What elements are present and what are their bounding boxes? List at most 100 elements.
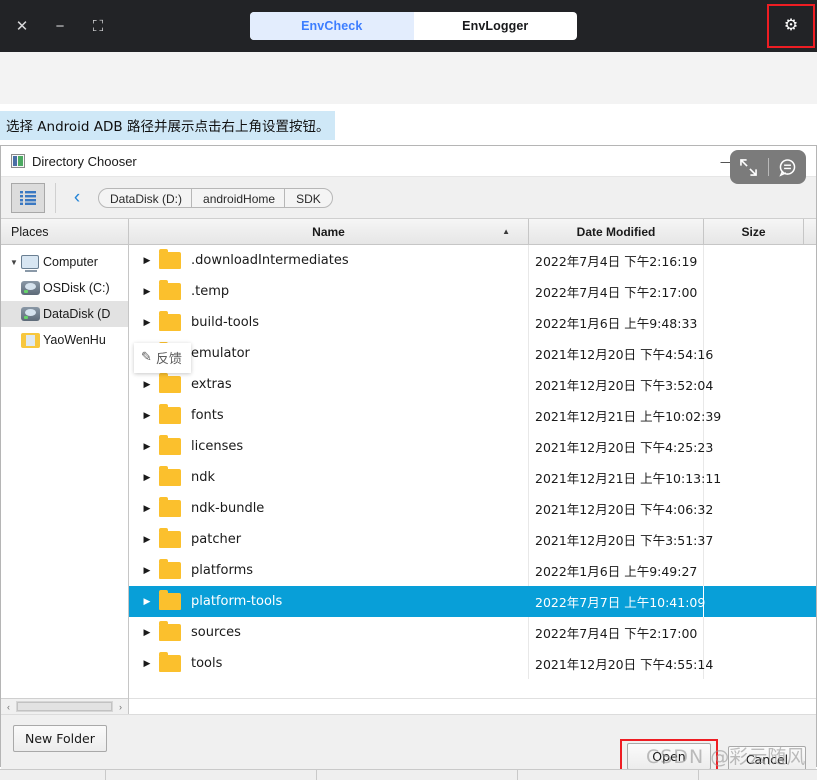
twisty-collapsed-icon[interactable]: ▶ [129,472,159,483]
table-row[interactable]: ▶ tools 2021年12月20日 下午4:55:14 [129,648,816,679]
column-header-size[interactable]: Size [704,219,804,244]
overlay-divider [767,158,769,176]
scroll-right-icon[interactable]: › [113,702,128,712]
table-row[interactable]: ▶ ndk 2021年12月21日 上午10:13:11 [129,462,816,493]
app-titlebar: ✕ − ⛶ EnvCheck EnvLogger ⚙ [0,0,817,52]
cell-name: platforms [159,555,529,586]
cell-date-modified: 2021年12月21日 上午10:02:39 [529,400,721,431]
breadcrumb-item-sdk[interactable]: SDK [284,187,333,208]
directory-chooser-dialog: Directory Chooser — □ ✕ [0,145,817,779]
table-row[interactable]: ▶ sources 2022年7月4日 下午2:17:00 [129,617,816,648]
cell-name: .temp [159,276,529,307]
scroll-left-icon[interactable]: ‹ [1,702,16,712]
folder-icon [159,404,181,424]
breadcrumb-item-androidhome[interactable]: androidHome [191,187,286,208]
feedback-tooltip[interactable]: ✎ 反馈 [134,343,191,373]
twisty-collapsed-icon[interactable]: ▶ [129,286,159,297]
place-item-label: OSDisk (C:) [43,281,110,295]
dialog-title: Directory Chooser [32,153,137,169]
breadcrumb: DataDisk (D:) androidHome SDK [98,187,333,208]
chevron-left-icon[interactable]: ‹ [66,184,88,212]
app-window-controls: ✕ − ⛶ [12,0,108,52]
twisty-collapsed-icon[interactable]: ▶ [129,503,159,514]
cell-date-modified: 2022年7月4日 下午2:16:19 [529,245,704,276]
places-scroll-thumb[interactable] [17,702,112,711]
twisty-collapsed-icon[interactable]: ▶ [129,317,159,328]
twisty-collapsed-icon[interactable]: ▶ [129,565,159,576]
place-item-datadisk[interactable]: DataDisk (D [1,301,128,327]
tab-envcheck[interactable]: EnvCheck [250,12,414,40]
app-content-area [0,52,817,105]
table-row[interactable]: ▶ fonts 2021年12月21日 上午10:02:39 [129,400,816,431]
table-row[interactable]: ▶ ndk-bundle 2021年12月20日 下午4:06:32 [129,493,816,524]
file-name-label: platform-tools [191,594,283,609]
cell-size [704,400,803,431]
column-header-name[interactable]: Name ▲ [129,219,529,244]
folder-icon [159,280,181,300]
drive-icon [21,307,43,321]
folder-icon [159,435,181,455]
place-item-computer[interactable]: ▼ Computer [1,249,128,275]
twisty-collapsed-icon[interactable]: ▶ [129,410,159,421]
cell-name: build-tools [159,307,529,338]
cell-date-modified: 2022年1月6日 上午9:49:27 [529,555,704,586]
folder-icon [159,652,181,672]
sort-ascending-icon: ▲ [502,227,510,236]
expand-arrows-icon[interactable] [732,152,766,182]
table-row[interactable]: ▶ platform-tools 2022年7月7日 上午10:41:09 [129,586,816,617]
places-scroll-track[interactable] [16,701,113,712]
settings-button[interactable]: ⚙ [767,4,815,48]
minimize-icon[interactable]: − [50,16,70,36]
monitor-icon [21,255,43,272]
file-name-label: ndk [191,470,216,485]
twisty-expanded-icon[interactable]: ▼ [7,258,21,267]
file-name-label: extras [191,377,232,392]
file-name-label: tools [191,656,223,671]
table-row[interactable]: ▶ platforms 2022年1月6日 上午9:49:27 [129,555,816,586]
twisty-collapsed-icon[interactable]: ▶ [129,658,159,669]
table-row[interactable]: ▶ build-tools 2022年1月6日 上午9:48:33 [129,307,816,338]
folder-icon [159,559,181,579]
breadcrumb-item-datadisk[interactable]: DataDisk (D:) [98,187,193,208]
twisty-collapsed-icon[interactable]: ▶ [129,627,159,638]
file-name-label: emulator [191,346,250,361]
file-name-label: ndk-bundle [191,501,265,516]
list-view-icon [20,190,36,205]
tab-envlogger[interactable]: EnvLogger [414,12,578,40]
feedback-bubble-icon[interactable] [771,152,805,182]
twisty-collapsed-icon[interactable]: ▶ [129,379,159,390]
file-list[interactable]: ▶ .downloadIntermediates 2022年7月4日 下午2:16:… [129,245,816,698]
cell-size [704,307,803,338]
table-row[interactable]: ▶ .downloadIntermediates 2022年7月4日 下午2:16:… [129,245,816,276]
cell-size [704,431,803,462]
twisty-collapsed-icon[interactable]: ▶ [129,441,159,452]
maximize-icon[interactable]: ⛶ [88,16,108,36]
list-view-button[interactable] [11,182,45,213]
cell-date-modified: 2021年12月20日 下午3:51:37 [529,524,713,555]
filelist-hscrollbar-area [129,698,816,714]
place-item-label: Computer [43,255,98,269]
cell-date-modified: 2021年12月21日 上午10:13:11 [529,462,721,493]
cell-name: platform-tools [159,586,529,617]
folder-icon [159,466,181,486]
cell-date-modified: 2022年7月4日 下午2:17:00 [529,617,704,648]
place-item-osdisk[interactable]: OSDisk (C:) [1,275,128,301]
places-hscrollbar[interactable]: ‹ › [1,698,129,714]
app-window-icon [11,154,25,168]
column-header-row: Places Name ▲ Date Modified Size [1,219,816,245]
table-row[interactable]: ▶ patcher 2021年12月20日 下午3:51:37 [129,524,816,555]
table-row[interactable]: ▶emulator2021年12月20日 下午4:54:16 [129,338,816,369]
table-row[interactable]: ▶ licenses 2021年12月20日 下午4:25:23 [129,431,816,462]
folder-icon [159,373,181,393]
taskbar-strip [0,769,817,780]
column-header-date-modified[interactable]: Date Modified [529,219,704,244]
close-icon[interactable]: ✕ [12,16,32,36]
twisty-collapsed-icon[interactable]: ▶ [129,596,159,607]
twisty-collapsed-icon[interactable]: ▶ [129,255,159,266]
twisty-collapsed-icon[interactable]: ▶ [129,534,159,545]
table-row[interactable]: ▶ extras 2021年12月20日 下午3:52:04 [129,369,816,400]
place-item-yaowenhu[interactable]: YaoWenHu [1,327,128,353]
table-row[interactable]: ▶ .temp 2022年7月4日 下午2:17:00 [129,276,816,307]
new-folder-button[interactable]: New Folder [13,725,107,752]
open-button[interactable]: Open [627,743,711,770]
